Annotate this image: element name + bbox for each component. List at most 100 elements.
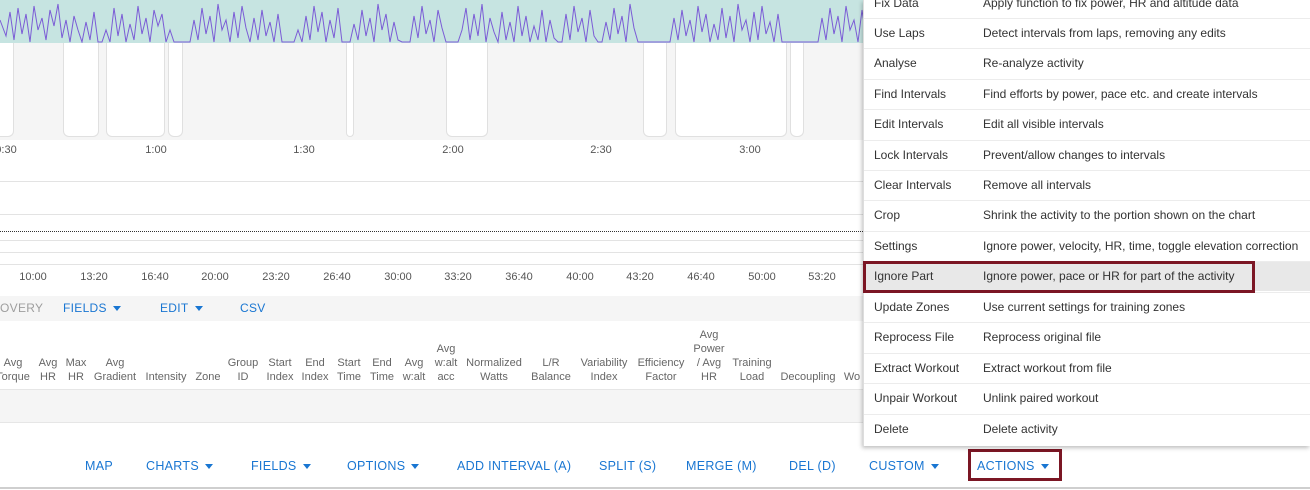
bottom-toolbar: MAP CHARTS FIELDS OPTIONS ADD INTERVAL (… <box>0 447 1310 487</box>
column-header[interactable]: L/R Balance <box>531 356 571 384</box>
csv-button[interactable]: CSV <box>240 301 266 315</box>
caret-down-icon <box>302 464 311 470</box>
column-header-line: Load <box>739 371 765 383</box>
column-header[interactable]: Wo <box>844 370 860 384</box>
column-header[interactable]: Avg Power / Avg HR <box>693 328 724 384</box>
column-header-line: Avg <box>699 329 719 341</box>
column-header[interactable]: Avg HR <box>39 356 58 384</box>
column-header[interactable]: Decoupling <box>780 370 835 384</box>
column-header-line: Max <box>65 357 87 369</box>
column-header[interactable]: Avg Gradient <box>94 356 136 384</box>
menu-item-analyse[interactable]: Analyse Re-analyze activity <box>864 48 1310 78</box>
map-button[interactable]: MAP <box>85 459 113 473</box>
menu-item-clear-intervals[interactable]: Clear Intervals Remove all intervals <box>864 170 1310 200</box>
column-header-line: End <box>372 357 392 369</box>
column-header-line: Balance <box>531 371 571 383</box>
chart-gap <box>790 43 804 137</box>
menu-separator <box>864 414 1310 415</box>
column-header[interactable]: Avg w:alt <box>403 356 426 384</box>
menu-item-unpair-workout[interactable]: Unpair Workout Unlink paired workout <box>864 383 1310 413</box>
chart-divider <box>0 264 865 265</box>
menu-item-description: Reprocess original file <box>983 330 1102 344</box>
x-axis-tick: 33:20 <box>444 271 472 283</box>
options-button[interactable]: OPTIONS <box>347 459 420 473</box>
column-header[interactable]: Training Load <box>732 356 771 384</box>
toolbar-underline <box>0 487 1310 489</box>
column-header[interactable]: Start Index <box>267 356 294 384</box>
column-header[interactable]: Avg w:alt acc <box>435 342 458 384</box>
x-axis-tick: 23:20 <box>262 271 290 283</box>
menu-item-label: Lock Intervals <box>874 148 949 162</box>
column-header[interactable]: Avg Torque <box>0 356 30 384</box>
fields-button[interactable]: FIELDS <box>251 459 311 473</box>
menu-item-update-zones[interactable]: Update Zones Use current settings for tra… <box>864 292 1310 322</box>
menu-item-settings[interactable]: Settings Ignore power, velocity, HR, time… <box>864 231 1310 261</box>
charts-button[interactable]: CHARTS <box>146 459 213 473</box>
column-header[interactable]: End Index <box>302 356 329 384</box>
column-header-line: w:alt <box>402 371 426 383</box>
column-header[interactable]: End Time <box>370 356 394 384</box>
column-header[interactable]: Group ID <box>228 356 259 384</box>
menu-item-edit-intervals[interactable]: Edit Intervals Edit all visible intervals <box>864 109 1310 139</box>
merge-button[interactable]: MERGE (M) <box>686 459 757 473</box>
activity-page: { "time_axis": ["0:30", "1:00", "1:30", … <box>0 0 1310 490</box>
menu-separator <box>864 322 1310 323</box>
column-header-line: Normalized <box>466 357 522 369</box>
menu-item-use-laps[interactable]: Use Laps Detect intervals from laps, remo… <box>864 18 1310 48</box>
x-axis-tick: 40:00 <box>566 271 594 283</box>
menu-item-extract-workout[interactable]: Extract Workout Extract workout from file <box>864 353 1310 383</box>
column-header-line: Group <box>227 357 259 369</box>
menu-item-reprocess-file[interactable]: Reprocess File Reprocess original file <box>864 322 1310 352</box>
menu-separator <box>864 48 1310 49</box>
time-axis-tick: 1:00 <box>145 144 167 156</box>
column-header[interactable]: Max HR <box>66 356 87 384</box>
menu-item-find-intervals[interactable]: Find Intervals Find efforts by power, pac… <box>864 79 1310 109</box>
menu-item-fix-data[interactable]: Fix Data Apply function to fix power, HR … <box>864 0 1310 18</box>
column-header-line: Time <box>336 371 362 383</box>
menu-item-label: Analyse <box>874 56 917 70</box>
recovery-tab[interactable]: OVERY <box>0 301 43 315</box>
column-header-line: L/R <box>542 357 560 369</box>
column-header-line: Watts <box>480 371 508 383</box>
chart-divider <box>0 181 865 182</box>
column-header-line: Index <box>266 371 294 383</box>
actions-highlight-box <box>968 449 1062 481</box>
split-button[interactable]: SPLIT (S) <box>599 459 656 473</box>
activity-trace-chart[interactable] <box>0 0 865 140</box>
column-header[interactable]: Zone <box>195 370 220 384</box>
column-header-line: Training <box>732 357 772 369</box>
column-header[interactable]: Start Time <box>337 356 361 384</box>
delete-button[interactable]: DEL (D) <box>789 459 836 473</box>
chart-gap <box>63 43 99 137</box>
x-axis-tick: 16:40 <box>141 271 169 283</box>
menu-item-crop[interactable]: Crop Shrink the activity to the portion s… <box>864 200 1310 230</box>
column-header[interactable]: Efficiency Factor <box>638 356 685 384</box>
fields-button[interactable]: FIELDS <box>63 301 121 315</box>
time-axis-tick: 1:30 <box>293 144 315 156</box>
custom-button[interactable]: CUSTOM <box>869 459 939 473</box>
caret-down-icon <box>194 306 203 312</box>
menu-item-lock-intervals[interactable]: Lock Intervals Prevent/allow changes to i… <box>864 140 1310 170</box>
actions-menu: Fix Data Apply function to fix power, HR … <box>863 0 1310 446</box>
menu-separator <box>864 140 1310 141</box>
menu-item-label: Use Laps <box>874 26 925 40</box>
column-header[interactable]: Variability Index <box>581 356 628 384</box>
reference-line <box>0 231 865 232</box>
menu-item-description: Detect intervals from laps, removing any… <box>983 26 1226 40</box>
column-header-line: End <box>305 357 325 369</box>
column-header[interactable]: Intensity <box>146 370 187 384</box>
add-interval-button[interactable]: ADD INTERVAL (A) <box>457 459 571 473</box>
menu-item-label: Find Intervals <box>874 87 947 101</box>
edit-button[interactable]: EDIT <box>160 301 203 315</box>
menu-item-label: Crop <box>874 208 901 222</box>
column-header-line: ID <box>237 371 249 383</box>
menu-separator <box>864 353 1310 354</box>
x-axis-tick: 13:20 <box>80 271 108 283</box>
column-header-line: Decoupling <box>780 371 836 383</box>
column-header[interactable]: Normalized Watts <box>466 356 522 384</box>
table-row[interactable] <box>0 389 865 423</box>
menu-item-label: Fix Data <box>874 0 919 10</box>
menu-item-delete[interactable]: Delete Delete activity <box>864 414 1310 444</box>
time-axis-tick: 2:00 <box>442 144 464 156</box>
chart-gap <box>675 43 787 137</box>
